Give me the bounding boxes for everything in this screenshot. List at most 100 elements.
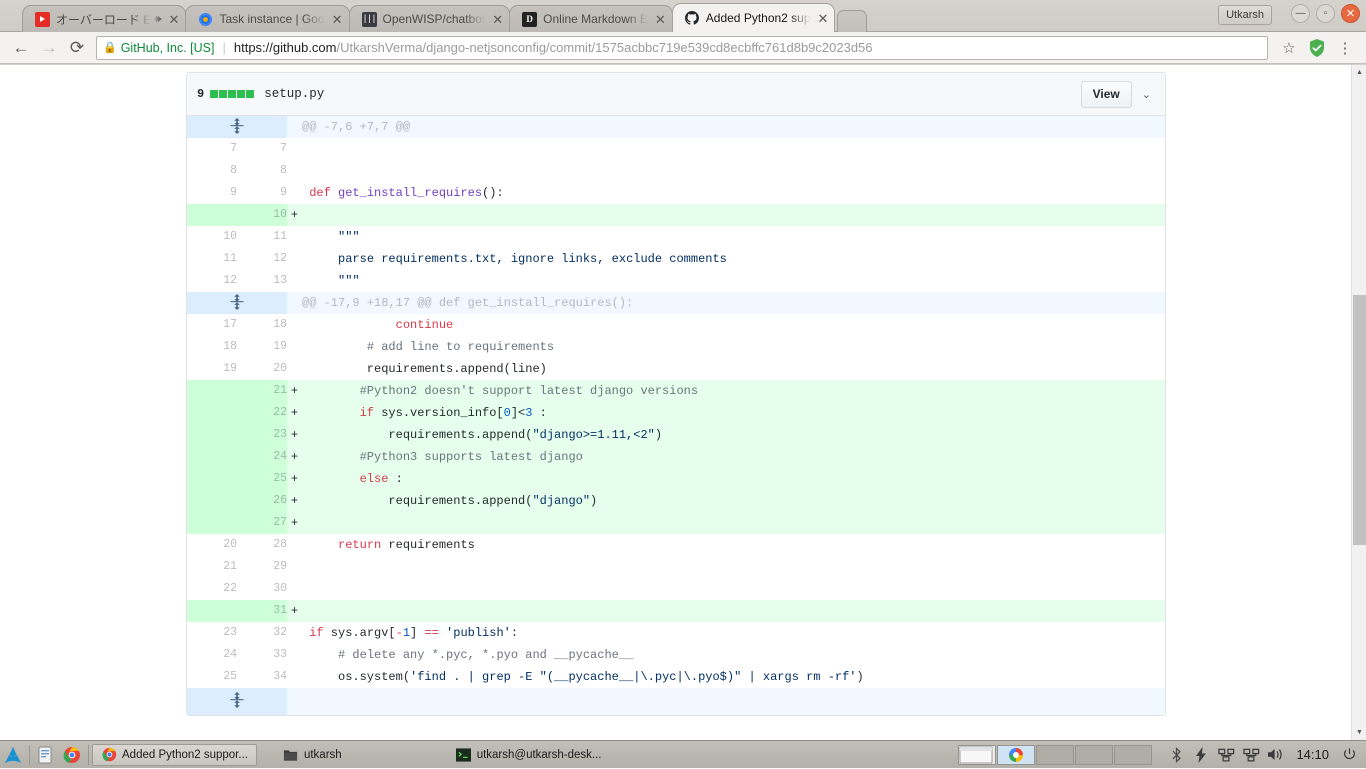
diff-marker: +: [287, 468, 302, 490]
chrome-launcher-icon[interactable]: [59, 742, 85, 768]
profile-button[interactable]: Utkarsh: [1218, 5, 1272, 25]
tab-close-icon[interactable]: ✕: [818, 12, 829, 25]
terminal-icon: [456, 747, 472, 763]
launcher-area: [0, 741, 92, 769]
workspace-2[interactable]: [997, 745, 1035, 765]
diff-line-row: 27+: [187, 512, 1165, 534]
bluetooth-icon[interactable]: [1167, 746, 1185, 764]
new-line-number: 7: [237, 138, 287, 160]
tab-close-icon[interactable]: ✕: [169, 13, 180, 26]
unfold-icon[interactable]: [230, 118, 244, 134]
hunk-header-text: [302, 688, 1165, 715]
power-icon[interactable]: [1340, 746, 1358, 764]
diff-line-row: 2433 # delete any *.pyc, *.pyo and __pyc…: [187, 644, 1165, 666]
archlinux-icon[interactable]: [0, 742, 26, 768]
diff-hunk-row[interactable]: [187, 688, 1165, 715]
new-tab-button[interactable]: [837, 10, 867, 32]
diffstat-block: [237, 90, 245, 98]
diff-line-row: 1920 requirements.append(line): [187, 358, 1165, 380]
diff-code-line: # add line to requirements: [302, 336, 1165, 358]
diff-line-row: 31+: [187, 600, 1165, 622]
mute-icon[interactable]: 🕪: [155, 14, 161, 25]
shield-icon[interactable]: [1304, 35, 1330, 61]
star-icon[interactable]: ☆: [1276, 35, 1302, 61]
three-dot-menu-icon[interactable]: ⋮: [1332, 35, 1358, 61]
taskbar-item-files[interactable]: utkarsh: [275, 744, 350, 766]
browser-tab-1[interactable]: Task instance | Goo ✕: [185, 5, 349, 32]
browser-tab-2[interactable]: ||| OpenWISP/chatbot ✕: [349, 5, 511, 32]
diff-line-row: 26+ requirements.append("django"): [187, 490, 1165, 512]
unfold-icon[interactable]: [230, 692, 244, 708]
workspace-pager[interactable]: [958, 745, 1152, 765]
site-identity-label: GitHub, Inc. [US]: [121, 41, 215, 55]
unfold-icon[interactable]: [230, 294, 244, 310]
openwisp-icon: |||: [362, 12, 377, 27]
diff-marker: [287, 578, 302, 600]
expand-gutter[interactable]: [187, 292, 287, 314]
diff-code-line: def get_install_requires():: [302, 182, 1165, 204]
scrollbar-down-arrow[interactable]: ▼: [1352, 725, 1366, 740]
old-line-number: 10: [187, 226, 237, 248]
diff-marker: [287, 666, 302, 688]
address-bar[interactable]: 🔒 GitHub, Inc. [US] | https://github.com…: [96, 36, 1268, 60]
workspace-1[interactable]: [958, 745, 996, 765]
expand-gutter[interactable]: [187, 116, 287, 138]
diff-marker: +: [287, 380, 302, 402]
diff-line-row: 1213 """: [187, 270, 1165, 292]
minimize-button[interactable]: —: [1291, 4, 1310, 23]
taskbar-item-chrome[interactable]: Added Python2 suppor...: [92, 744, 257, 766]
old-line-number: 17: [187, 314, 237, 336]
diff-marker: [287, 358, 302, 380]
diff-hunk-row[interactable]: @@ -7,6 +7,7 @@: [187, 116, 1165, 138]
new-line-number: 22: [237, 402, 287, 424]
volume-icon[interactable]: [1267, 746, 1285, 764]
network-icon[interactable]: [1217, 746, 1235, 764]
back-button[interactable]: ←: [8, 35, 34, 61]
diff-code-line: [302, 160, 1165, 182]
forward-button[interactable]: →: [36, 35, 62, 61]
diff-code-line: # delete any *.pyc, *.pyo and __pycache_…: [302, 644, 1165, 666]
view-button[interactable]: View: [1081, 81, 1132, 108]
diff-line-row: 1819 # add line to requirements: [187, 336, 1165, 358]
diff-line-row: 2332 if sys.argv[-1] == 'publish':: [187, 622, 1165, 644]
files-icon[interactable]: [33, 742, 59, 768]
network-icon[interactable]: [1242, 746, 1260, 764]
scrollbar-thumb[interactable]: [1353, 295, 1366, 545]
diff-line-row: 22+ if sys.version_info[0]<3 :: [187, 402, 1165, 424]
diff-marker: [287, 160, 302, 182]
close-button[interactable]: ✕: [1341, 4, 1360, 23]
old-line-number: [187, 380, 237, 402]
expand-gutter[interactable]: [187, 688, 287, 715]
workspace-3[interactable]: [1036, 745, 1074, 765]
old-line-number: 8: [187, 160, 237, 182]
diff-marker: [287, 314, 302, 336]
browser-tab-4[interactable]: Added Python2 sup ✕: [672, 3, 836, 32]
tab-close-icon[interactable]: ✕: [655, 13, 666, 26]
maximize-button[interactable]: ▫: [1316, 4, 1335, 23]
browser-tab-3[interactable]: D Online Markdown E ✕: [509, 5, 673, 32]
clock[interactable]: 14:10: [1292, 747, 1333, 762]
diff-marker: [287, 336, 302, 358]
page-scrollbar[interactable]: ▲ ▼: [1351, 65, 1366, 740]
diff-line-row: 23+ requirements.append("django>=1.11,<2…: [187, 424, 1165, 446]
old-line-number: 24: [187, 644, 237, 666]
tab-close-icon[interactable]: ✕: [492, 13, 503, 26]
taskbar-item-terminal[interactable]: utkarsh@utkarsh-desk...: [448, 744, 610, 766]
diff-code-line: [302, 556, 1165, 578]
old-line-number: 21: [187, 556, 237, 578]
diff-code-line: #Python3 supports latest django: [302, 446, 1165, 468]
diff-marker: [287, 622, 302, 644]
power-bolt-icon[interactable]: [1192, 746, 1210, 764]
tab-close-icon[interactable]: ✕: [332, 13, 343, 26]
workspace-4[interactable]: [1075, 745, 1113, 765]
diff-hunk-row[interactable]: @@ -17,9 +18,17 @@ def get_install_requi…: [187, 292, 1165, 314]
chevron-down-icon[interactable]: ⌄: [1142, 88, 1155, 101]
diff-marker: +: [287, 490, 302, 512]
scrollbar-up-arrow[interactable]: ▲: [1352, 65, 1366, 80]
new-line-number: 27: [237, 512, 287, 534]
diff-marker: +: [287, 512, 302, 534]
workspace-5[interactable]: [1114, 745, 1152, 765]
reload-button[interactable]: ⟳: [64, 35, 90, 61]
new-line-number: 29: [237, 556, 287, 578]
browser-tab-0[interactable]: オーバーロード E 🕪 ✕: [22, 5, 186, 32]
